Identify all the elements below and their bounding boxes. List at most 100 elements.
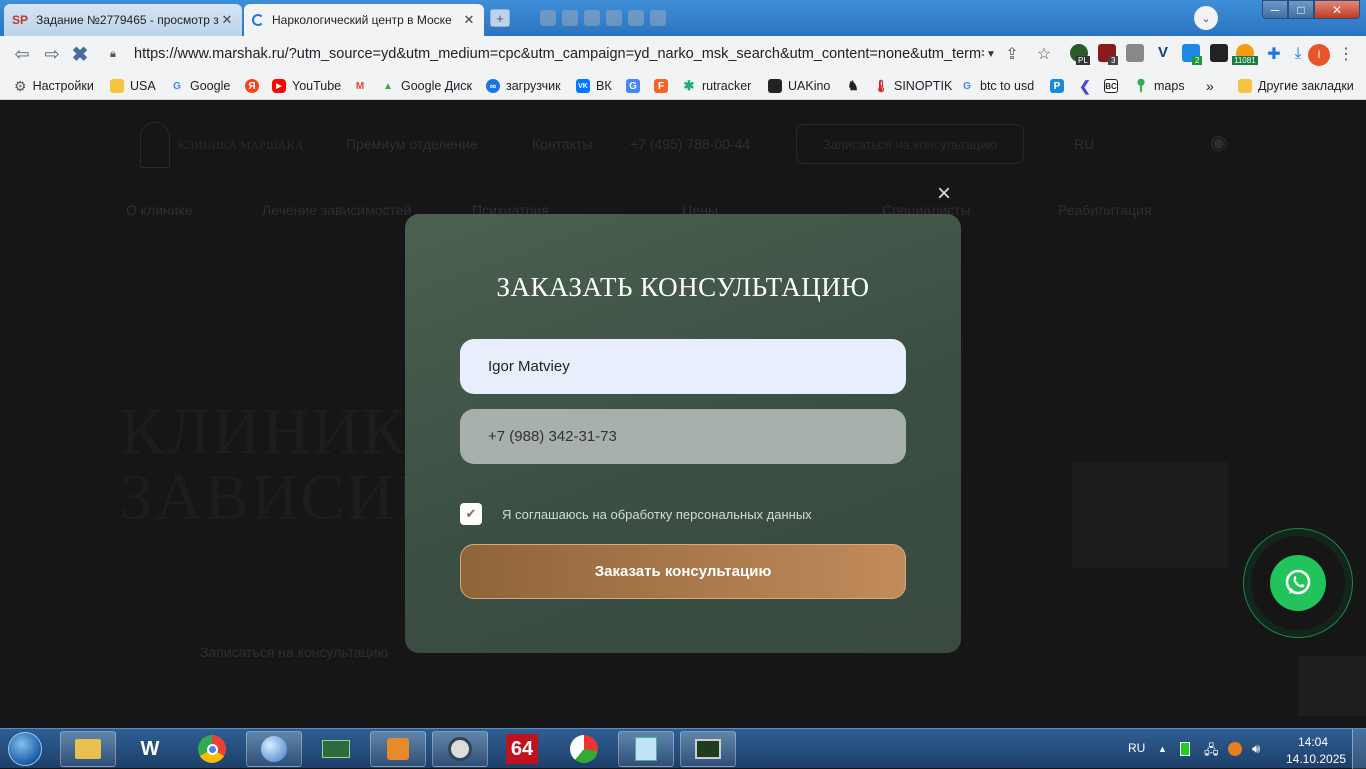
- monitor-icon: [695, 739, 721, 759]
- extension-v-icon[interactable]: V: [1154, 44, 1172, 62]
- folder-icon: [1238, 79, 1252, 93]
- taskbar-explorer[interactable]: [60, 731, 116, 767]
- header-cta-button[interactable]: Записаться на консультацию: [796, 124, 1024, 164]
- bookmarks-overflow[interactable]: »: [1206, 72, 1214, 100]
- google-icon: G: [963, 80, 971, 92]
- thermometer-icon: 🌡︎: [873, 79, 889, 93]
- vk-icon: VK: [576, 79, 590, 93]
- bookmark-f[interactable]: F: [654, 72, 668, 100]
- bookmark-google[interactable]: G Google: [170, 72, 230, 100]
- bookmark-google-drive[interactable]: ▲ Google Диск: [381, 72, 472, 100]
- taskbar-media[interactable]: [370, 731, 426, 767]
- bookmark-p[interactable]: P: [1050, 72, 1064, 100]
- tab-close-icon[interactable]: ✕: [220, 12, 234, 28]
- f-icon: F: [654, 79, 668, 93]
- bookmark-gmail[interactable]: M: [353, 72, 367, 100]
- nav-premium[interactable]: Премиум отделение: [346, 136, 478, 152]
- site-logo[interactable]: КЛИНИКА МАРШАКА: [140, 120, 310, 170]
- bookmark-vk[interactable]: VK ВК: [576, 72, 612, 100]
- tab-task[interactable]: SP Задание №2779465 - просмотр з ✕: [4, 4, 242, 36]
- address-bar[interactable]: 🔒︎ https://www.marshak.ru/?utm_source=yd…: [100, 40, 998, 68]
- menu-addictions[interactable]: Лечение зависимостей: [262, 202, 411, 218]
- bc-icon: BC: [1104, 79, 1118, 93]
- taskbar-board[interactable]: [308, 731, 364, 767]
- hero-consult-link[interactable]: Записаться на консультацию: [200, 644, 388, 660]
- tab-close-icon[interactable]: ✕: [462, 12, 476, 28]
- extension-terminal-icon[interactable]: [1210, 44, 1228, 62]
- share-icon[interactable]: ⇪: [1002, 44, 1022, 64]
- start-button[interactable]: [4, 729, 46, 769]
- name-input[interactable]: [460, 339, 906, 394]
- bookmark-maps[interactable]: 📍︎ maps: [1133, 72, 1185, 100]
- header-phone[interactable]: +7 (495) 788-00-44: [630, 136, 750, 152]
- bookmark-btc[interactable]: Gbtc to usd: [960, 72, 1034, 100]
- nav-contacts[interactable]: Контакты: [532, 136, 592, 152]
- bookmark-translate[interactable]: G: [626, 72, 640, 100]
- dropdown-arrow-icon[interactable]: ▼: [986, 49, 996, 60]
- forward-icon[interactable]: ⇨: [42, 44, 62, 64]
- submit-consultation-button[interactable]: Заказать консультацию: [460, 544, 906, 599]
- phone-input[interactable]: [460, 409, 906, 464]
- taskbar-aida64[interactable]: 64: [494, 731, 550, 767]
- clock-time[interactable]: 14:04: [1298, 735, 1328, 749]
- extension-briefcase-icon[interactable]: [1126, 44, 1144, 62]
- taskbar-clock[interactable]: [432, 731, 488, 767]
- menu-about[interactable]: О клинике: [126, 202, 193, 218]
- other-bookmarks[interactable]: Другие закладки: [1238, 72, 1354, 100]
- media-icon: [387, 738, 409, 760]
- language-switch[interactable]: RU: [1074, 136, 1094, 152]
- back-icon[interactable]: ⇦: [12, 44, 32, 64]
- taskbar-chrome[interactable]: [184, 731, 240, 767]
- bookmark-star-icon[interactable]: ☆: [1034, 44, 1054, 64]
- clock-date[interactable]: 14.10.2025: [1286, 752, 1346, 766]
- stop-loading-icon[interactable]: ✖: [70, 44, 90, 66]
- app-tray-icon[interactable]: [1228, 742, 1242, 756]
- profile-icon[interactable]: ⌄: [1194, 6, 1218, 30]
- show-desktop-button[interactable]: [1352, 729, 1366, 769]
- bookmark-rutracker[interactable]: ✱ rutracker: [682, 72, 752, 100]
- translate-icon: G: [626, 79, 640, 93]
- bookmark-youtube[interactable]: ▶ YouTube: [272, 72, 341, 100]
- consent-checkbox[interactable]: ✔: [460, 503, 482, 525]
- battery-icon[interactable]: [1180, 742, 1190, 756]
- bookmark-chess[interactable]: ♞: [846, 72, 860, 100]
- taskbar-browser-active[interactable]: [246, 731, 302, 767]
- bookmark-arrow[interactable]: ❮: [1078, 72, 1092, 100]
- bookmark-sinoptik[interactable]: 🌡︎ SINOPTIK: [873, 72, 952, 100]
- yandex-icon: Я: [245, 79, 259, 93]
- menu-icon[interactable]: ⋮: [1336, 44, 1356, 64]
- tray-expand-icon[interactable]: ▲: [1158, 744, 1167, 754]
- folder-icon: [110, 79, 124, 93]
- profile-avatar[interactable]: I: [1308, 44, 1330, 66]
- volume-icon[interactable]: 🔊︎: [1252, 741, 1260, 757]
- menu-rehab[interactable]: Реабилитация: [1058, 202, 1152, 218]
- minimize-button[interactable]: ─: [1262, 0, 1288, 19]
- taskbar-monitor[interactable]: [680, 731, 736, 767]
- star-icon: ✱: [683, 78, 695, 93]
- new-tab-button[interactable]: +: [490, 9, 510, 27]
- loading-spinner-icon: [252, 14, 264, 26]
- bookmark-uakino[interactable]: UAKino: [768, 72, 830, 100]
- bookmark-settings[interactable]: ⚙ Настройки: [14, 72, 94, 100]
- extension-badge: PL: [1076, 56, 1090, 65]
- maximize-button[interactable]: □: [1288, 0, 1314, 19]
- taskbar-chart[interactable]: [556, 731, 612, 767]
- input-language[interactable]: RU: [1128, 741, 1145, 755]
- taskbar-notepad[interactable]: [618, 731, 674, 767]
- tab-narco-center[interactable]: Наркологический центр в Моске ✕: [244, 4, 484, 36]
- network-icon[interactable]: 🖧︎: [1204, 741, 1219, 763]
- bookmark-usa[interactable]: USA: [110, 72, 156, 100]
- accessibility-eye-icon[interactable]: ◉: [1210, 130, 1227, 155]
- board-icon: [322, 740, 350, 758]
- bookmark-downloader[interactable]: ∞ загрузчик: [486, 72, 561, 100]
- whatsapp-button[interactable]: [1270, 555, 1326, 611]
- extensions-puzzle-icon[interactable]: ✚: [1264, 44, 1284, 64]
- windows-taskbar: W 64 RU ▲ 🖧︎ 🔊︎ 14:04 14.10.2025: [0, 728, 1366, 769]
- taskbar-shield[interactable]: W: [122, 731, 178, 767]
- close-window-button[interactable]: ✕: [1314, 0, 1360, 19]
- downloads-icon[interactable]: ⤓: [1288, 44, 1308, 64]
- shield-icon: W: [140, 737, 160, 760]
- bookmark-yandex[interactable]: Я: [245, 72, 259, 100]
- close-modal-icon[interactable]: ×: [930, 180, 958, 208]
- bookmark-bc[interactable]: BC: [1104, 72, 1118, 100]
